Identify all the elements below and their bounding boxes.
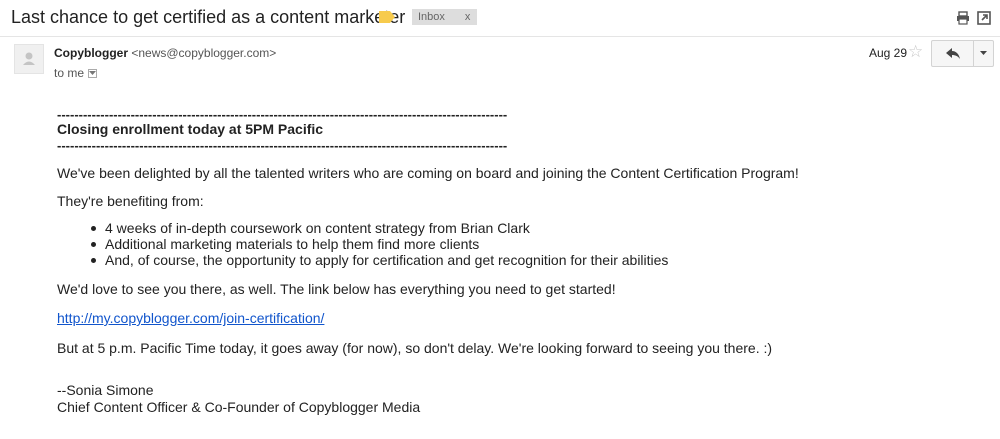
message-date: Aug 29 bbox=[869, 46, 908, 60]
sender-avatar bbox=[14, 44, 44, 74]
benefits-list: 4 weeks of in-depth coursework on conten… bbox=[88, 220, 668, 268]
invite-paragraph: We'd love to see you there, as well. The… bbox=[57, 281, 616, 297]
person-icon bbox=[23, 52, 35, 65]
reply-arrow-icon bbox=[945, 48, 960, 59]
header-divider bbox=[0, 36, 1000, 37]
more-options-button[interactable] bbox=[974, 41, 993, 66]
intro-paragraph: We've been delighted by all the talented… bbox=[57, 165, 799, 181]
chevron-down-icon bbox=[89, 70, 97, 75]
separator-dashes-top: ----------------------------------------… bbox=[57, 107, 508, 122]
reply-button[interactable] bbox=[932, 41, 974, 66]
subject-bar: Last chance to get certified as a conten… bbox=[0, 0, 1000, 36]
sender-name[interactable]: Copyblogger bbox=[54, 46, 128, 60]
important-label-icon[interactable] bbox=[379, 11, 395, 23]
print-icon[interactable] bbox=[956, 11, 970, 25]
sender-email: <news@copyblogger.com> bbox=[131, 46, 277, 60]
separator-dashes-bottom: ----------------------------------------… bbox=[57, 138, 508, 153]
certification-link[interactable]: http://my.copyblogger.com/join-certifica… bbox=[57, 310, 324, 326]
inbox-label-tag: Inbox x bbox=[412, 9, 478, 25]
signature-title: Chief Content Officer & Co-Founder of Co… bbox=[57, 399, 421, 415]
email-heading: Closing enrollment today at 5PM Pacific bbox=[57, 121, 324, 137]
benefits-lead: They're benefiting from: bbox=[57, 193, 204, 209]
star-icon[interactable]: ☆ bbox=[908, 43, 923, 60]
list-item: And, of course, the opportunity to apply… bbox=[88, 252, 668, 268]
deadline-paragraph: But at 5 p.m. Pacific Time today, it goe… bbox=[57, 340, 773, 356]
recipient-line: to me bbox=[54, 66, 98, 80]
chevron-down-icon bbox=[980, 51, 987, 55]
new-window-icon[interactable] bbox=[977, 11, 991, 25]
remove-label-button[interactable]: x bbox=[465, 9, 478, 25]
email-subject: Last chance to get certified as a conten… bbox=[11, 7, 406, 27]
recipient-details-dropdown[interactable] bbox=[88, 68, 98, 78]
inbox-label-text: Inbox bbox=[418, 11, 445, 23]
sender-line: Copyblogger <news@copyblogger.com> bbox=[54, 46, 276, 60]
recipient-text: to me bbox=[54, 66, 85, 80]
reply-button-group bbox=[931, 40, 994, 67]
list-item: Additional marketing materials to help t… bbox=[88, 236, 668, 252]
list-item: 4 weeks of in-depth coursework on conten… bbox=[88, 220, 668, 236]
signature-name: --Sonia Simone bbox=[57, 382, 154, 398]
